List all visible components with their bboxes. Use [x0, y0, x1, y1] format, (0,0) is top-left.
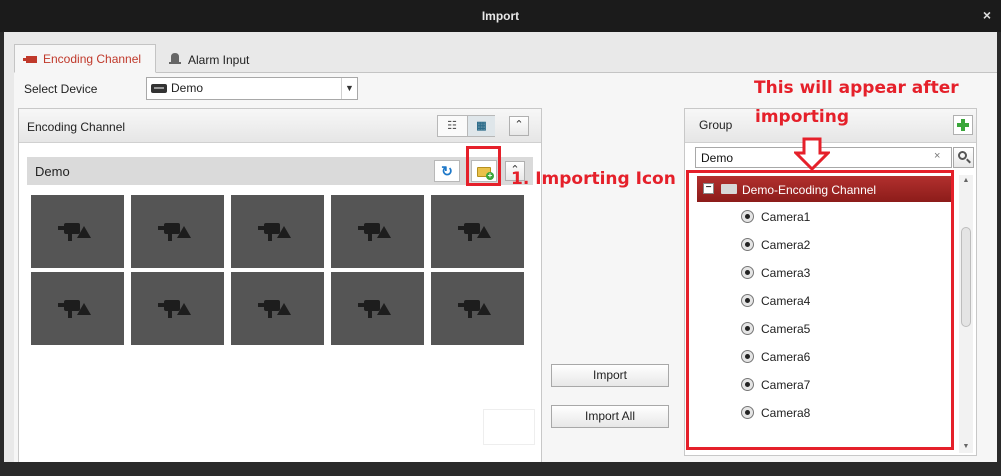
channel-tile[interactable] — [31, 195, 124, 268]
add-group-button[interactable] — [953, 115, 973, 135]
blank-area — [483, 409, 535, 445]
title-bar: Import × — [0, 0, 1001, 32]
channel-tile[interactable] — [131, 272, 224, 345]
scroll-down-icon[interactable]: ▼ — [959, 441, 973, 453]
warning-icon — [77, 303, 91, 315]
annotation-importing-icon: 1. Importing Icon — [511, 169, 676, 189]
channel-tile[interactable] — [431, 272, 524, 345]
warning-icon — [177, 303, 191, 315]
scroll-thumb[interactable] — [961, 227, 971, 327]
warning-icon — [177, 226, 191, 238]
group-title: Group — [699, 118, 733, 132]
warning-icon — [477, 226, 491, 238]
warning-icon — [377, 226, 391, 238]
warning-icon — [277, 226, 291, 238]
tree-scrollbar[interactable]: ▲ ▼ — [959, 175, 973, 453]
import-button[interactable]: Import — [551, 364, 669, 387]
grid-view-icon[interactable]: ▦ — [467, 116, 495, 136]
import-dialog: Import × Encoding Channel Alarm Input Se… — [0, 0, 1001, 476]
refresh-icon[interactable]: ↻ — [434, 160, 460, 182]
dvr-icon — [151, 84, 167, 93]
annotation-appear-line2: importing — [755, 107, 849, 127]
window-bottom-edge — [0, 462, 1001, 476]
dialog-body: Encoding Channel Alarm Input Select Devi… — [4, 32, 997, 476]
collapse-panel-icon[interactable]: ⌃ — [509, 116, 529, 136]
warning-icon — [77, 226, 91, 238]
chevron-down-icon[interactable]: ▼ — [341, 78, 357, 99]
warning-icon — [477, 303, 491, 315]
alarm-icon — [168, 47, 182, 75]
camera-icon — [23, 46, 37, 74]
tab-encoding-channel[interactable]: Encoding Channel — [14, 44, 156, 73]
device-group-name: Demo — [35, 164, 70, 179]
device-group-bar: Demo ↻ + ⌃ — [27, 157, 533, 185]
channel-tile[interactable] — [431, 195, 524, 268]
annotation-arrow — [794, 137, 830, 171]
encoding-channel-title: Encoding Channel — [27, 120, 126, 134]
device-select-value: Demo — [171, 81, 204, 95]
close-icon[interactable]: × — [983, 7, 991, 23]
channel-grid — [31, 195, 527, 347]
import-all-button[interactable]: Import All — [551, 405, 669, 428]
device-select[interactable]: Demo ▼ — [146, 77, 358, 100]
channel-tile[interactable] — [331, 195, 424, 268]
warning-icon — [377, 303, 391, 315]
tree-highlight — [686, 170, 954, 450]
window-title: Import — [481, 9, 520, 23]
import-icon-highlight — [466, 146, 501, 186]
search-button[interactable] — [953, 147, 974, 168]
tab-encoding-channel-label: Encoding Channel — [43, 52, 142, 66]
tab-alarm-input-label: Alarm Input — [188, 53, 250, 67]
plus-icon — [957, 119, 969, 131]
encoding-channel-panel: Encoding Channel ☷ ▦ ⌃ Demo ↻ + ⌃ — [18, 108, 542, 472]
encoding-channel-header: Encoding Channel ☷ ▦ ⌃ — [19, 109, 541, 143]
view-toggle: ☷ ▦ — [437, 115, 495, 137]
select-device-label: Select Device — [24, 82, 98, 96]
scroll-up-icon[interactable]: ▲ — [959, 175, 973, 187]
channel-tile[interactable] — [231, 195, 324, 268]
tab-alarm-input[interactable]: Alarm Input — [160, 46, 260, 75]
list-view-icon[interactable]: ☷ — [438, 116, 466, 136]
clear-icon[interactable]: × — [934, 150, 940, 162]
warning-icon — [277, 303, 291, 315]
channel-tile[interactable] — [331, 272, 424, 345]
channel-tile[interactable] — [231, 272, 324, 345]
annotation-appear-line1: This will appear after — [754, 78, 959, 98]
channel-tile[interactable] — [131, 195, 224, 268]
channel-tile[interactable] — [31, 272, 124, 345]
